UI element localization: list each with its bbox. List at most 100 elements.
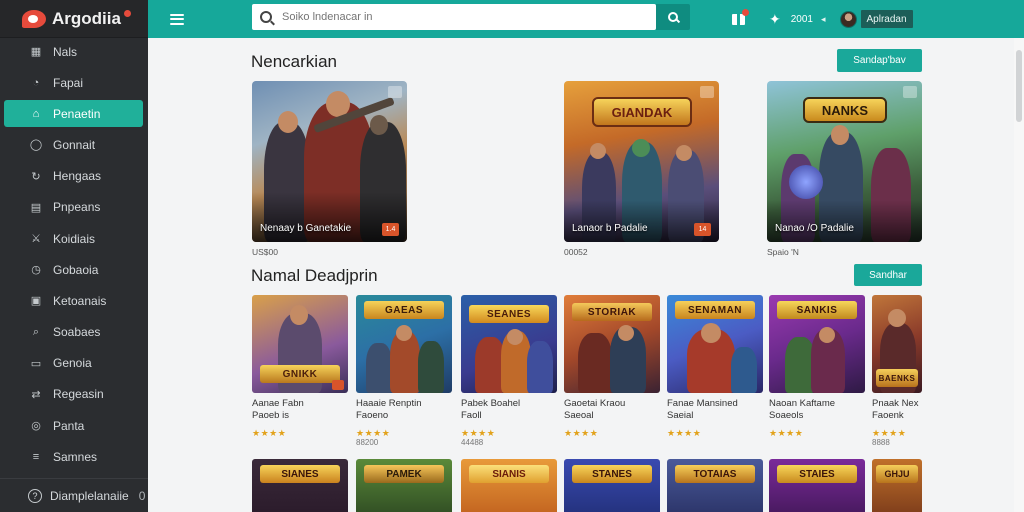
sidebar-item-13[interactable]: ◎ Panta <box>0 410 148 441</box>
see-all-featured-button[interactable]: Sandap'bav <box>837 49 922 72</box>
badge: 1.4 <box>382 223 399 236</box>
game-art: GHJU <box>872 459 922 512</box>
game-logo: SENAMAN <box>675 301 755 319</box>
game-card[interactable]: TOTAIAS <box>667 459 763 512</box>
game-logo: GHJU <box>876 465 918 483</box>
sidebar-item-11[interactable]: ▭ Genoia <box>0 348 148 379</box>
sidebar-item-label: Nals <box>53 44 78 59</box>
game-title-text: Gaoetai Kraou Saeoal <box>564 398 626 421</box>
featured-caption: Lanaor b Padalie <box>572 223 648 234</box>
game-card[interactable]: SENAMAN <box>667 295 763 393</box>
game-card[interactable]: PAMEK <box>356 459 452 512</box>
game-card[interactable]: SIANES <box>252 459 348 512</box>
see-all-popular-button[interactable]: Sandhar <box>854 264 922 286</box>
shuffle-icon: ⇄ <box>31 388 41 401</box>
game-art: STANES <box>564 459 660 512</box>
game-art: SANKIS <box>769 295 865 393</box>
sidebar-footer[interactable]: ? Diamplelanaiie 0 <box>0 478 148 512</box>
game-card[interactable]: STAIES <box>769 459 865 512</box>
sidebar-item-4[interactable]: ◯ Gonnait <box>0 129 148 160</box>
game-logo: STANES <box>572 465 652 483</box>
tag-icon: ⌕ <box>32 325 40 338</box>
rating-stars: ★★★★ <box>252 428 287 438</box>
search-box <box>252 4 656 30</box>
favorite-icon[interactable] <box>903 86 917 98</box>
sidebar-item-6[interactable]: ▤ Pnpeans <box>0 192 148 223</box>
achievements-icon[interactable]: ✦ <box>769 11 781 28</box>
scrollbar-thumb[interactable] <box>1016 50 1022 122</box>
sidebar-item-8[interactable]: ◷ Gobaoia <box>0 254 148 285</box>
game-title: Pnaak Nex Faoenk <box>872 398 924 422</box>
sidebar-item-12[interactable]: ⇄ Regeasin <box>0 379 148 410</box>
grid-icon: ▦ <box>30 46 42 59</box>
sidebar-item-label: Gonnait <box>53 137 96 152</box>
badge: 14 <box>694 223 711 236</box>
search-input[interactable] <box>282 11 622 23</box>
rating-stars: ★★★★ <box>667 428 702 438</box>
sidebar-item-label: Hengaas <box>53 169 102 184</box>
game-card[interactable]: BAENKS <box>872 295 922 393</box>
sword-icon: ⚔ <box>31 233 41 246</box>
user-name[interactable]: Aplradan <box>860 10 913 28</box>
game-title-text: Naoan Kaftame Soaeols <box>769 398 836 421</box>
sidebar-item-1[interactable]: ▦ Nals <box>0 36 148 67</box>
game-card[interactable]: STORIAK <box>564 295 660 393</box>
game-card[interactable]: SEANES <box>461 295 557 393</box>
game-card[interactable]: SANKIS <box>769 295 865 393</box>
chevron-down-icon[interactable]: ◂ <box>821 14 826 25</box>
featured-card[interactable]: Nenaay b Ganetakie 1.4 <box>252 81 407 242</box>
game-logo: STORIAK <box>572 303 652 321</box>
sidebar-item-5[interactable]: ↻ Hengaas <box>0 161 148 192</box>
sidebar-item-label: Panta <box>53 418 85 433</box>
game-title-text: Aanae Fabn Paoeb is <box>252 398 304 421</box>
favorite-icon[interactable] <box>700 86 714 98</box>
search-icon <box>668 12 678 22</box>
game-card[interactable]: GHJU <box>872 459 922 512</box>
game-card[interactable]: STANES <box>564 459 660 512</box>
settings-icon: ? <box>28 488 42 503</box>
game-art: STAIES <box>769 459 865 512</box>
featured-price: US$00 <box>252 247 278 257</box>
game-title: Naoan Kaftame Soaeols <box>769 398 865 422</box>
game-art: BAENKS <box>872 295 922 393</box>
sidebar-item-2[interactable]: ◔ Fapai <box>0 67 148 98</box>
game-logo: BAENKS <box>876 369 918 387</box>
sidebar-item-10[interactable]: ⌕ Soabaes <box>0 317 148 348</box>
game-logo: GAEAS <box>364 301 444 319</box>
hamburger-menu-icon[interactable] <box>170 13 184 25</box>
game-logo: STAIES <box>777 465 857 483</box>
sidebar-item-3[interactable]: ⌂ Penaetin <box>4 100 143 128</box>
sidebar-item-14[interactable]: ≡ Samnes <box>0 441 148 472</box>
favorite-icon[interactable] <box>388 86 402 98</box>
search-button[interactable] <box>656 4 690 30</box>
game-logo: SEANES <box>469 305 549 323</box>
avatar[interactable] <box>839 10 857 28</box>
sidebar-item-7[interactable]: ⚔ Koidiais <box>0 223 148 254</box>
footer-count: 0 <box>138 488 146 503</box>
search-icon <box>260 11 272 23</box>
section-title-popular: Namal Deadjprin <box>251 266 378 285</box>
game-card[interactable]: GAEAS <box>356 295 452 393</box>
scrollbar[interactable] <box>1014 38 1024 512</box>
sidebar-item-9[interactable]: ▣ Ketoanais <box>0 285 148 316</box>
app-logo[interactable]: Argodiia <box>0 0 148 38</box>
featured-card[interactable]: NANKS Nanao /O Padalie <box>767 81 922 242</box>
game-art: GNIKK <box>252 295 348 393</box>
sidebar-item-label: Penaetin <box>53 106 101 121</box>
gift-icon[interactable] <box>732 8 749 25</box>
logo-badge <box>123 10 131 17</box>
circle-icon: ◯ <box>29 139 43 152</box>
game-meta: 8888 <box>872 438 890 447</box>
sidebar-item-label: Genoia <box>53 356 92 371</box>
clock-icon: ◷ <box>31 264 41 277</box>
game-card[interactable]: SIANIS <box>461 459 557 512</box>
main-content: Nencarkian Sandap'bav Nenaay b Ganetakie… <box>148 38 1014 512</box>
game-art: GAEAS <box>356 295 452 393</box>
sidebar-item-label: Soabaes <box>53 325 101 340</box>
featured-card[interactable]: GIANDAK Lanaor b Padalie 14 <box>564 81 719 242</box>
game-art: PAMEK <box>356 459 452 512</box>
sidebar-item-label: Ketoanais <box>53 293 107 308</box>
refresh-icon: ↻ <box>31 170 41 183</box>
game-card[interactable]: GNIKK <box>252 295 348 393</box>
featured-price: 00052 <box>564 247 588 257</box>
